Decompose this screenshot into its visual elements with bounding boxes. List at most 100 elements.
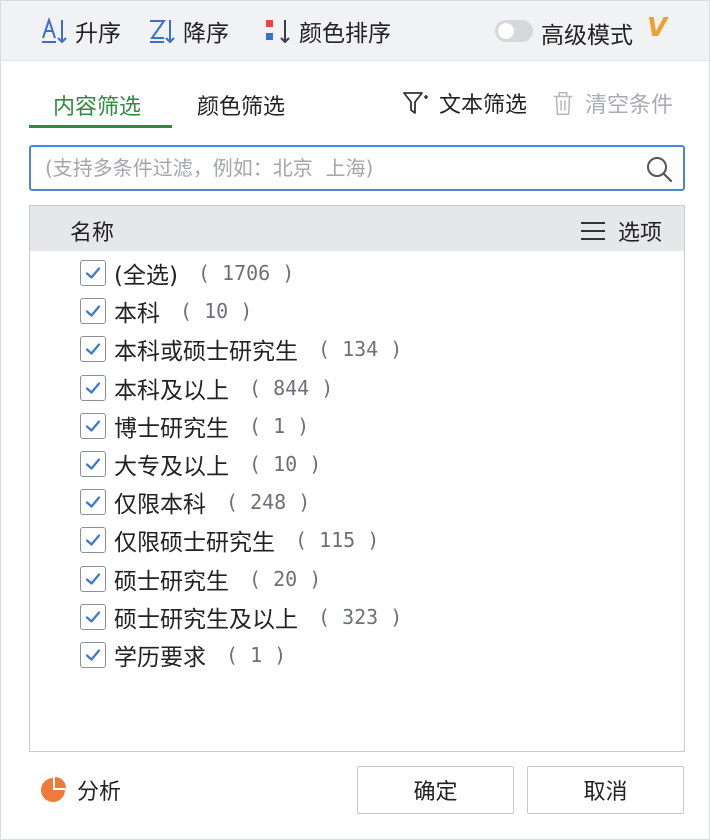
- checkmark-icon: [85, 305, 101, 317]
- item-checkbox[interactable]: [80, 641, 106, 668]
- checkmark-icon: [85, 572, 101, 585]
- vip-badge-icon: V: [647, 13, 668, 43]
- item-checkbox[interactable]: [80, 489, 106, 516]
- search-box: [29, 145, 685, 191]
- list-rows: (全选) ( 1706 ) 本科 ( 10 ) 本科或硕士研究生 ( 134 ) 本科及以上…: [30, 254, 684, 674]
- confirm-button[interactable]: 确定: [357, 766, 514, 814]
- item-count: ( 248 ): [226, 490, 311, 515]
- item-count: ( 134 ): [318, 337, 403, 362]
- list-header: 名称 选项: [30, 206, 684, 251]
- item-label: 本科: [114, 301, 160, 328]
- item-count-value: 1: [250, 642, 263, 667]
- menu-lines-icon: [580, 222, 605, 240]
- item-count: ( 844 ): [249, 375, 334, 400]
- analyze-button[interactable]: 分析: [39, 773, 121, 807]
- checkmark-icon: [85, 343, 101, 356]
- text-filter-label: 文本筛选: [439, 93, 528, 118]
- color-sort-icon: [263, 16, 293, 46]
- trash-icon: [553, 91, 573, 115]
- value-list: 名称 选项 (全选) ( 1706 ) 本科 ( 10 ) 本科或硕士研究生 ( 134 …: [29, 205, 685, 752]
- checkmark-icon: [85, 534, 101, 547]
- toggle-knob: [498, 23, 514, 39]
- item-checkbox[interactable]: [80, 298, 106, 325]
- list-item[interactable]: 硕士研究生及以上 ( 323 ): [30, 598, 684, 636]
- sort-descending-label: 降序: [183, 21, 229, 47]
- list-item[interactable]: 本科或硕士研究生 ( 134 ): [30, 330, 684, 368]
- list-item[interactable]: 硕士研究生 ( 20 ): [30, 560, 684, 598]
- item-label: (全选): [114, 263, 178, 290]
- checkmark-icon: [85, 267, 101, 279]
- item-count-value: 1: [273, 413, 286, 438]
- filter-panel: 升序 降序 颜色排序 高级模式 V 内容筛选 颜色筛选 文本筛选 清空条件 (支…: [0, 0, 710, 840]
- item-label: 仅限硕士研究生: [114, 530, 275, 557]
- item-count: ( 323 ): [318, 604, 403, 629]
- list-item[interactable]: 仅限硕士研究生 ( 115 ): [30, 521, 684, 559]
- list-item[interactable]: 博士研究生 ( 1 ): [30, 407, 684, 445]
- options-label: 选项: [617, 221, 662, 246]
- sort-descending-button[interactable]: 降序: [147, 15, 229, 47]
- item-checkbox[interactable]: [80, 565, 106, 592]
- clear-conditions-label: 清空条件: [585, 93, 674, 118]
- advanced-mode-toggle[interactable]: [495, 20, 533, 42]
- item-checkbox[interactable]: [80, 451, 106, 478]
- item-label: 本科及以上: [114, 377, 229, 404]
- list-item[interactable]: 大专及以上 ( 10 ): [30, 445, 684, 483]
- item-count-value: 323: [342, 604, 379, 629]
- item-count-value: 10: [273, 452, 298, 477]
- list-item[interactable]: 本科及以上 ( 844 ): [30, 369, 684, 407]
- item-checkbox[interactable]: [80, 336, 106, 363]
- item-count: ( 20 ): [249, 566, 322, 591]
- item-label: 博士研究生: [114, 415, 229, 442]
- item-label: 仅限本科: [114, 492, 206, 519]
- color-sort-button[interactable]: 颜色排序: [263, 15, 391, 47]
- item-checkbox[interactable]: [80, 527, 106, 554]
- item-checkbox[interactable]: [80, 374, 106, 401]
- item-checkbox[interactable]: [80, 260, 106, 287]
- toolbar: 升序 降序 颜色排序 高级模式 V: [1, 1, 709, 61]
- item-count: ( 10 ): [180, 299, 253, 324]
- sort-descending-icon: [147, 16, 177, 46]
- list-item[interactable]: 学历要求 ( 1 ): [30, 636, 684, 674]
- checkmark-icon: [85, 420, 101, 432]
- item-label: 学历要求: [114, 644, 206, 671]
- analyze-label: 分析: [77, 780, 122, 805]
- item-count: ( 1 ): [249, 413, 310, 438]
- text-filter-button[interactable]: 文本筛选: [401, 87, 527, 119]
- checkmark-icon: [85, 611, 101, 623]
- item-count: ( 115 ): [295, 528, 380, 553]
- item-count-value: 115: [319, 528, 356, 553]
- item-count-value: 20: [273, 566, 298, 591]
- advanced-mode-label: 高级模式: [541, 23, 633, 49]
- item-count: ( 10 ): [249, 452, 322, 477]
- checkmark-icon: [85, 382, 101, 394]
- item-count: ( 1706 ): [197, 261, 295, 286]
- checkmark-icon: [85, 496, 101, 508]
- checkmark-icon: [85, 458, 101, 470]
- item-count-value: 134: [342, 337, 379, 362]
- pie-chart-icon: [41, 777, 66, 802]
- item-count-value: 1706: [222, 261, 271, 286]
- clear-conditions-button[interactable]: 清空条件: [549, 87, 673, 119]
- sort-ascending-button[interactable]: 升序: [39, 15, 121, 47]
- list-item[interactable]: 仅限本科 ( 248 ): [30, 483, 684, 521]
- search-input[interactable]: [45, 151, 635, 185]
- item-count-value: 248: [250, 490, 287, 515]
- options-menu-button[interactable]: 选项: [580, 215, 662, 247]
- item-label: 硕士研究生: [114, 568, 229, 595]
- item-label: 大专及以上: [114, 454, 229, 481]
- item-count-value: 10: [204, 299, 229, 324]
- column-name-header: 名称: [70, 221, 115, 246]
- filter-funnel-icon: [403, 92, 428, 114]
- list-item[interactable]: 本科 ( 10 ): [30, 292, 684, 330]
- checkmark-icon: [85, 649, 101, 661]
- item-count-value: 844: [273, 375, 310, 400]
- sort-ascending-icon: [39, 16, 69, 46]
- item-checkbox[interactable]: [80, 412, 106, 439]
- search-icon[interactable]: [645, 155, 673, 183]
- tab-active-underline: [29, 125, 172, 128]
- list-item[interactable]: (全选) ( 1706 ): [30, 254, 684, 292]
- tab-content-filter[interactable]: 内容筛选: [53, 89, 141, 121]
- item-checkbox[interactable]: [80, 603, 106, 630]
- tab-color-filter[interactable]: 颜色筛选: [197, 89, 285, 121]
- cancel-button[interactable]: 取消: [527, 766, 684, 814]
